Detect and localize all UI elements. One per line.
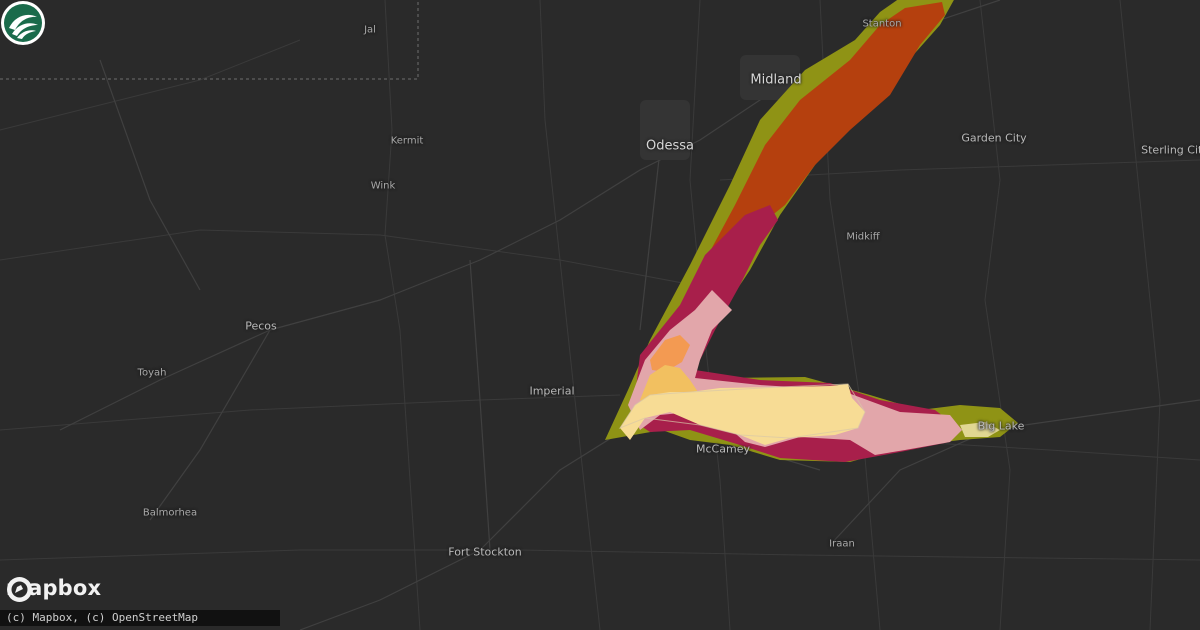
mapbox-logo-icon	[7, 577, 32, 602]
label-mccamey: McCamey	[696, 442, 750, 456]
label-toyah: Toyah	[137, 367, 167, 379]
label-odessa: Odessa	[646, 138, 694, 154]
label-iraan: Iraan	[829, 538, 855, 550]
label-balmorhea: Balmorhea	[142, 507, 198, 519]
label-garden-city: Garden City	[961, 131, 1027, 145]
label-imperial: Imperial	[529, 384, 575, 398]
hail-swath	[605, 0, 1018, 462]
label-wink: Wink	[370, 180, 396, 192]
swirl-logo-icon	[1, 1, 45, 45]
label-fort-stockton: Fort Stockton	[448, 545, 522, 559]
label-stanton: Stanton	[862, 18, 902, 30]
label-pecos: Pecos	[245, 319, 277, 333]
mapbox-brand[interactable]: mapbox	[6, 576, 101, 602]
label-big-lake: Big Lake	[977, 419, 1025, 433]
label-jal: Jal	[364, 24, 376, 36]
label-midkiff: Midkiff	[846, 231, 880, 243]
label-sterling-city: Sterling City	[1141, 143, 1200, 157]
label-midland: Midland	[750, 72, 802, 88]
map-canvas[interactable]: Jal Kermit Wink Odessa Midland Stanton G…	[0, 0, 1200, 630]
label-kermit: Kermit	[390, 135, 424, 147]
map-attribution[interactable]: (c) Mapbox, (c) OpenStreetMap	[0, 610, 280, 626]
